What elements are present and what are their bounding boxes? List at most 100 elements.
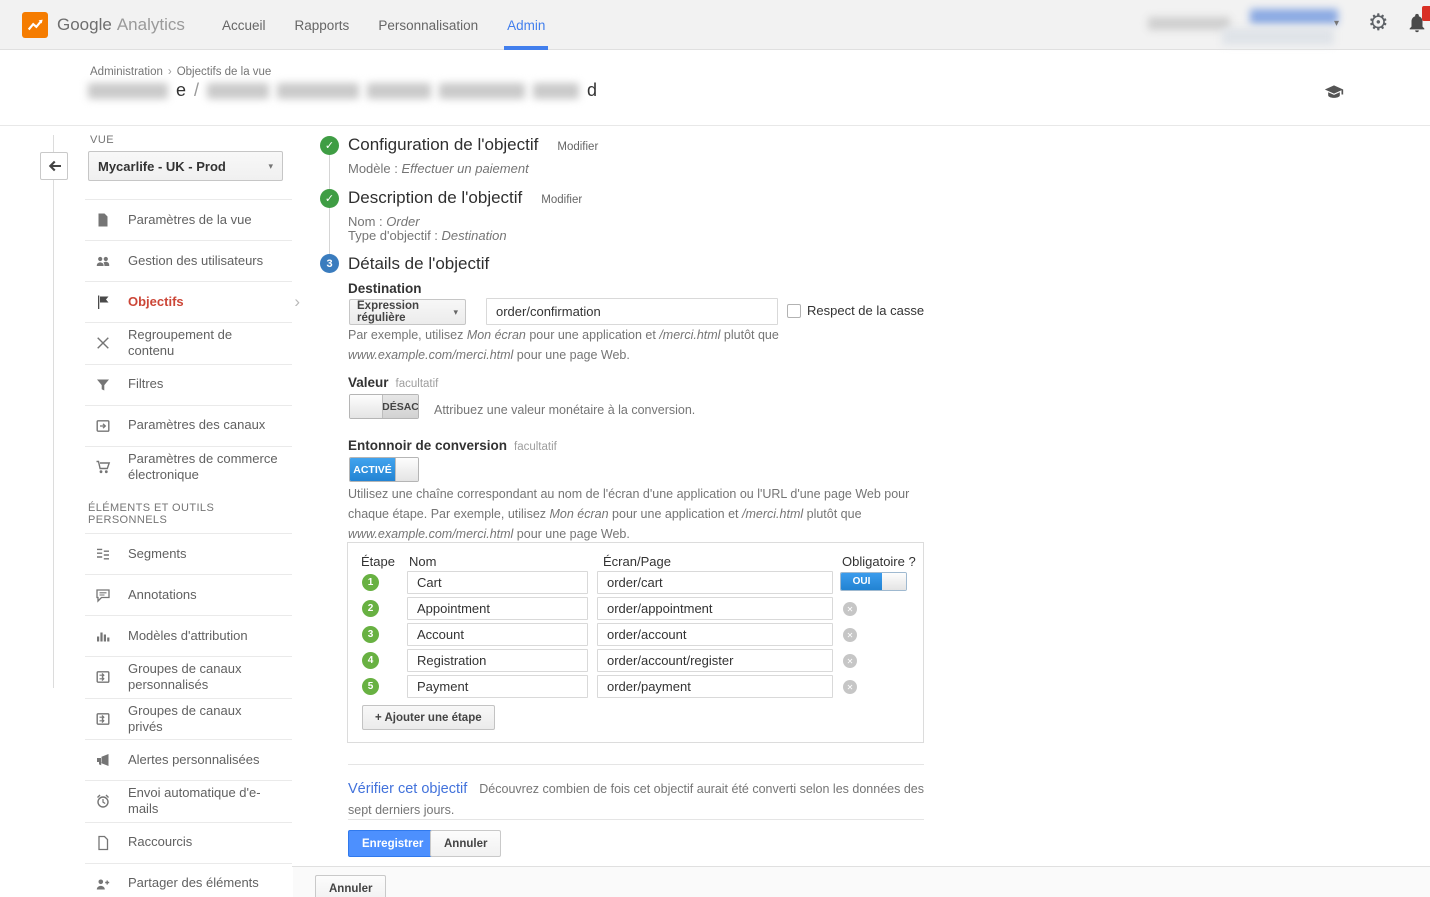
step2-modify-link[interactable]: Modifier bbox=[541, 194, 582, 206]
breadcrumb: Administration›Objectifs de la vue bbox=[90, 66, 271, 78]
sidebar-item-filtres[interactable]: Filtres bbox=[85, 364, 292, 405]
channel-group-icon bbox=[95, 669, 111, 685]
selected-item-chevron-icon: › bbox=[294, 292, 300, 312]
sidebar-item-label: Filtres bbox=[128, 376, 278, 392]
settings-gear-icon[interactable]: ⚙ bbox=[1368, 11, 1389, 34]
step3-header: Détails de l'objectif bbox=[348, 254, 489, 274]
help-text: www.example.com/merci.html bbox=[348, 527, 513, 541]
sidebar-item-label: Objectifs bbox=[128, 294, 278, 310]
help-text: /merci.html bbox=[742, 507, 803, 521]
funnel-step-number: 3 bbox=[362, 626, 379, 643]
valeur-help-text: Attribuez une valeur monétaire à la conv… bbox=[434, 400, 695, 420]
entonnoir-label-text: Entonnoir de conversion bbox=[348, 438, 507, 453]
title-fragment: e bbox=[176, 80, 186, 101]
share-user-icon bbox=[95, 876, 111, 892]
google-analytics-admin-page: Google Analytics Accueil Rapports Person… bbox=[0, 0, 1430, 897]
google-analytics-logo[interactable]: Google Analytics bbox=[22, 12, 185, 38]
sidebar-item-segments[interactable]: Segments bbox=[85, 533, 292, 574]
destination-url-input[interactable] bbox=[486, 298, 778, 325]
sidebar-menu: Paramètres de la vue Gestion des utilisa… bbox=[85, 199, 292, 897]
sidebar-item-envoi-automatique-emails[interactable]: Envoi automatique d'e-mails bbox=[85, 780, 292, 822]
funnel-step-4-page-input[interactable] bbox=[597, 649, 833, 672]
funnel-step-number: 5 bbox=[362, 678, 379, 695]
view-section-label: VUE bbox=[90, 134, 114, 146]
funnel-step-4-name-input[interactable] bbox=[407, 649, 588, 672]
funnel-step-1-page-input[interactable] bbox=[597, 571, 833, 594]
redacted-account-email[interactable] bbox=[1250, 9, 1338, 24]
save-button[interactable]: Enregistrer bbox=[348, 830, 437, 857]
funnel-step-5-remove-icon[interactable]: ✕ bbox=[843, 680, 857, 694]
analytics-logo-icon bbox=[22, 12, 48, 38]
sidebar-item-modeles-attribution[interactable]: Modèles d'attribution bbox=[85, 615, 292, 656]
step2-complete-icon: ✓ bbox=[320, 189, 339, 208]
sidebar-item-parametres-canaux[interactable]: Paramètres des canaux bbox=[85, 405, 292, 446]
funnel-step-2-name-input[interactable] bbox=[407, 597, 588, 620]
help-text: pour une application et bbox=[609, 507, 742, 521]
academy-graduation-cap-icon[interactable] bbox=[1324, 82, 1344, 107]
funnel-step-1-required-toggle[interactable]: OUI bbox=[840, 572, 907, 591]
add-step-button[interactable]: + Ajouter une étape bbox=[362, 705, 495, 730]
funnel-step-3-name-input[interactable] bbox=[407, 623, 588, 646]
back-button[interactable] bbox=[40, 152, 68, 180]
funnel-step-3-remove-icon[interactable]: ✕ bbox=[843, 628, 857, 642]
sidebar-item-gestion-utilisateurs[interactable]: Gestion des utilisateurs bbox=[85, 240, 292, 281]
step1-modify-link[interactable]: Modifier bbox=[557, 141, 598, 153]
verify-goal-link[interactable]: Vérifier cet objectif bbox=[348, 781, 467, 797]
clock-icon bbox=[95, 793, 111, 809]
breadcrumb-administration[interactable]: Administration bbox=[90, 66, 163, 78]
sidebar-item-alertes-personnalisees[interactable]: Alertes personnalisées bbox=[85, 739, 292, 780]
funnel-step-5-page-input[interactable] bbox=[597, 675, 833, 698]
help-text: pour une page Web. bbox=[513, 348, 630, 362]
sidebar-item-annotations[interactable]: Annotations bbox=[85, 574, 292, 615]
tab-accueil[interactable]: Accueil bbox=[222, 0, 266, 50]
funnel-step-5-name-input[interactable] bbox=[407, 675, 588, 698]
flag-icon bbox=[95, 294, 111, 310]
sidebar-item-commerce-electronique[interactable]: Paramètres de commerce électronique bbox=[85, 446, 292, 488]
view-selector-dropdown[interactable]: Mycarlife - UK - Prod ▾ bbox=[88, 151, 283, 181]
model-label: Modèle : bbox=[348, 161, 398, 176]
sidebar-item-raccourcis[interactable]: Raccourcis bbox=[85, 822, 292, 863]
entonnoir-toggle[interactable]: ACTIVÉ bbox=[349, 457, 419, 482]
help-text: plutôt que bbox=[803, 507, 861, 521]
sidebar-item-groupes-canaux-personnalises[interactable]: Groupes de canaux personnalisés bbox=[85, 656, 292, 698]
redacted-title-part bbox=[277, 83, 359, 99]
brand-google-text: Google bbox=[57, 15, 112, 35]
help-text: Par exemple, utilisez bbox=[348, 328, 467, 342]
toggle-knob bbox=[395, 458, 418, 481]
chevron-down-icon: ▾ bbox=[453, 307, 458, 318]
valeur-toggle[interactable]: DÉSAC bbox=[349, 394, 419, 419]
cancel-button[interactable]: Annuler bbox=[430, 830, 501, 857]
sidebar-item-parametres-vue[interactable]: Paramètres de la vue bbox=[85, 199, 292, 240]
tab-personnalisation[interactable]: Personnalisation bbox=[378, 0, 478, 50]
help-text: pour une page Web. bbox=[513, 527, 630, 541]
toggle-off-label: DÉSAC bbox=[383, 395, 418, 418]
funnel-step-3-page-input[interactable] bbox=[597, 623, 833, 646]
step2-name-line: Nom : Order bbox=[348, 214, 420, 229]
funnel-step-4-remove-icon[interactable]: ✕ bbox=[843, 654, 857, 668]
barchart-icon bbox=[95, 628, 111, 644]
redacted-account-name bbox=[88, 83, 168, 99]
megaphone-icon bbox=[95, 752, 111, 768]
funnel-step-2-remove-icon[interactable]: ✕ bbox=[843, 602, 857, 616]
back-arrow-icon bbox=[46, 158, 62, 174]
sidebar-item-objectifs[interactable]: Objectifs › bbox=[85, 281, 292, 322]
funnel-step-2-page-input[interactable] bbox=[597, 597, 833, 620]
toggle-on-label: OUI bbox=[841, 573, 882, 590]
tab-admin[interactable]: Admin bbox=[507, 0, 545, 50]
case-sensitive-checkbox[interactable] bbox=[787, 304, 801, 318]
tab-rapports[interactable]: Rapports bbox=[295, 0, 350, 50]
view-selector-value: Mycarlife - UK - Prod bbox=[98, 159, 226, 174]
sidebar-item-partager-elements[interactable]: Partager des éléments bbox=[85, 863, 292, 897]
match-type-dropdown[interactable]: Expression régulière ▾ bbox=[349, 299, 466, 325]
valeur-label: Valeurfacultatif bbox=[348, 375, 438, 390]
sidebar-item-regroupement-contenu[interactable]: Regroupement de contenu bbox=[85, 322, 292, 364]
sidebar-item-label: Annotations bbox=[128, 587, 278, 603]
step2-title: Description de l'objectif bbox=[348, 188, 522, 208]
split-arrows-icon bbox=[95, 335, 111, 351]
sidebar-item-label: Paramètres des canaux bbox=[128, 417, 278, 433]
account-dropdown-caret-icon[interactable]: ▾ bbox=[1334, 18, 1339, 29]
sidebar-item-groupes-canaux-prives[interactable]: Groupes de canaux privés bbox=[85, 698, 292, 740]
funnel-step-1-name-input[interactable] bbox=[407, 571, 588, 594]
title-slash: / bbox=[194, 80, 199, 101]
bottom-cancel-button[interactable]: Annuler bbox=[315, 875, 386, 897]
